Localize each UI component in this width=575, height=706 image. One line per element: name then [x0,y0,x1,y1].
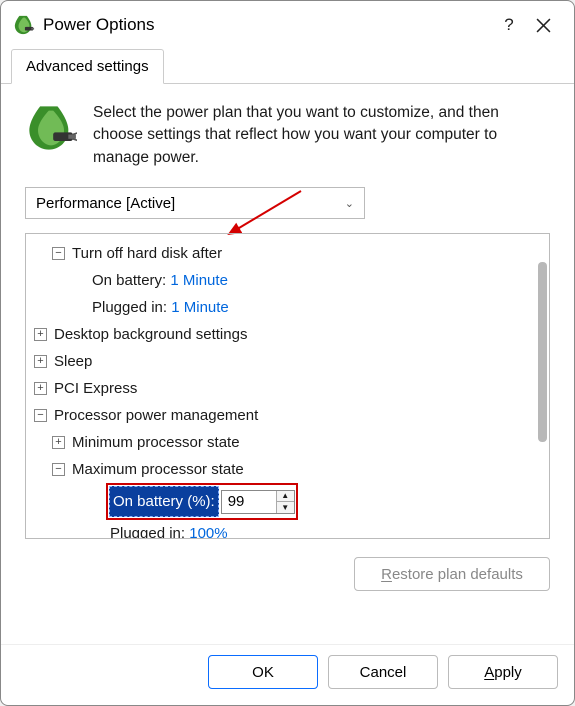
collapse-icon[interactable]: − [52,247,65,260]
tree-leaf-hard-disk-battery[interactable]: On battery: 1 Minute [30,267,545,294]
tree-leaf-max-proc-battery[interactable]: On battery (%): ▲ ▼ [30,483,545,520]
tree-node-processor[interactable]: − Processor power management [30,402,545,429]
restore-defaults-button[interactable]: Restore plan defaults [354,557,550,591]
on-battery-pct-label: On battery (%): [109,486,219,517]
highlight-box: On battery (%): ▲ ▼ [106,483,298,520]
tree-node-hard-disk[interactable]: − Turn off hard disk after [30,240,545,267]
spinner-down-button[interactable]: ▼ [277,502,294,513]
settings-tree: − Turn off hard disk after On battery: 1… [25,233,550,539]
apply-button[interactable]: Apply [448,655,558,689]
dialog-footer: OK Cancel Apply [1,644,574,705]
tab-advanced-settings[interactable]: Advanced settings [11,49,164,84]
tree-leaf-max-proc-plugged[interactable]: Plugged in: 100% [30,520,545,538]
titlebar: Power Options ? [1,1,574,49]
scrollbar-thumb[interactable] [538,262,547,442]
on-battery-pct-spinner[interactable]: ▲ ▼ [221,490,295,514]
tab-strip: Advanced settings [1,49,574,84]
tree-scrollbar[interactable] [535,234,547,538]
power-options-icon [13,14,35,36]
chevron-down-icon: ⌄ [345,197,354,210]
close-icon [536,18,551,33]
tree-node-desktop-bg[interactable]: + Desktop background settings [30,321,545,348]
max-proc-plugged-value[interactable]: 100% [189,525,227,538]
help-button[interactable]: ? [492,10,526,40]
intro-row: Select the power plan that you want to c… [25,102,550,169]
expand-icon[interactable]: + [34,355,47,368]
intro-text: Select the power plan that you want to c… [93,102,550,169]
tree-node-sleep[interactable]: + Sleep [30,348,545,375]
on-battery-pct-input[interactable] [222,491,276,513]
hard-disk-plugged-value[interactable]: 1 Minute [171,299,229,316]
tree-body: − Turn off hard disk after On battery: 1… [26,234,549,538]
collapse-icon[interactable]: − [52,463,65,476]
tree-leaf-hard-disk-plugged[interactable]: Plugged in: 1 Minute [30,294,545,321]
power-plan-dropdown[interactable]: Performance [Active] ⌄ [25,187,365,219]
tree-node-pci[interactable]: + PCI Express [30,375,545,402]
expand-icon[interactable]: + [52,436,65,449]
ok-button[interactable]: OK [208,655,318,689]
power-plan-icon [25,102,77,154]
power-options-dialog: Power Options ? Advanced settings [0,0,575,706]
close-button[interactable] [526,10,560,40]
hard-disk-battery-value[interactable]: 1 Minute [170,272,228,289]
expand-icon[interactable]: + [34,328,47,341]
content-area: Select the power plan that you want to c… [1,84,574,644]
tree-node-min-processor[interactable]: + Minimum processor state [30,429,545,456]
window-title: Power Options [43,15,492,35]
tree-node-max-processor[interactable]: − Maximum processor state [30,456,545,483]
expand-icon[interactable]: + [34,382,47,395]
spinner-up-button[interactable]: ▲ [277,491,294,503]
plan-selected-label: Performance [Active] [36,195,175,212]
cancel-button[interactable]: Cancel [328,655,438,689]
collapse-icon[interactable]: − [34,409,47,422]
